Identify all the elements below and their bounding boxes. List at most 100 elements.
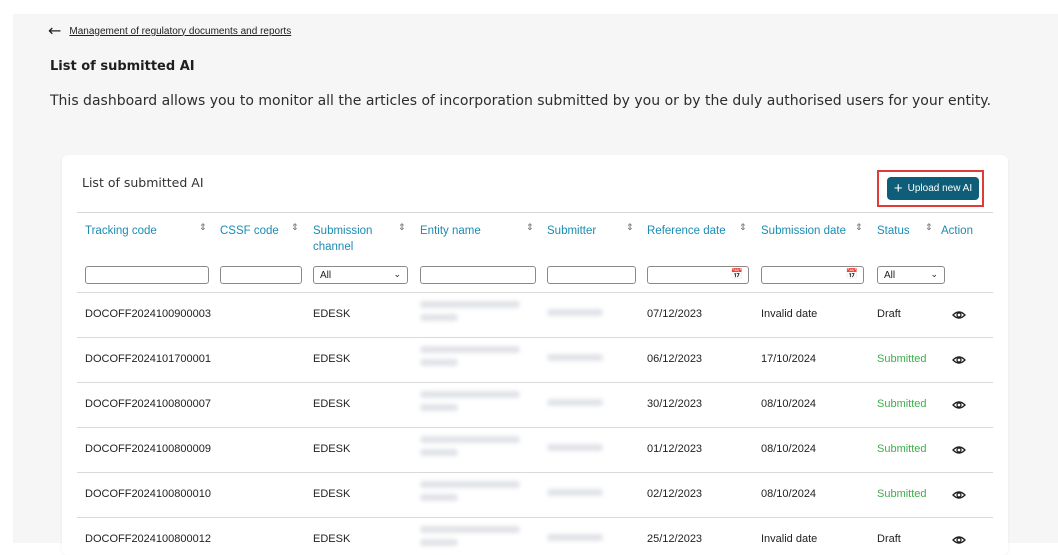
submission-date-cell: Invalid date [761, 308, 818, 320]
redacted-submitter [547, 534, 603, 541]
column-header-tracking-code[interactable]: Tracking code [85, 223, 157, 239]
redacted-entity-name [420, 301, 520, 308]
status-filter-select[interactable]: All ⌄ [877, 266, 945, 284]
upload-button-label: Upload new AI [907, 183, 973, 194]
submission-channel-cell: EDESK [313, 398, 351, 410]
redacted-entity-name [420, 481, 520, 488]
submission-date-cell: 08/10/2024 [761, 488, 817, 500]
column-header-cssf-code[interactable]: CSSF code [220, 223, 279, 239]
tracking-code-cell: DOCOFF2024100800009 [85, 443, 211, 455]
redacted-submitter [547, 309, 603, 316]
reference-date-cell: 07/12/2023 [647, 308, 703, 320]
redacted-entity-name [420, 494, 458, 501]
sort-icon[interactable]: ⇕ [925, 223, 933, 233]
eye-icon[interactable] [952, 490, 966, 500]
eye-icon[interactable] [952, 535, 966, 545]
calendar-icon[interactable]: 📅 [846, 269, 858, 280]
status-cell: Draft [877, 308, 901, 320]
redacted-entity-name [420, 526, 520, 533]
redacted-entity-name [420, 314, 458, 321]
sort-icon[interactable]: ⇕ [398, 223, 406, 233]
submitter-filter-input[interactable] [547, 266, 636, 284]
reference-date-cell: 06/12/2023 [647, 353, 703, 365]
sort-icon[interactable]: ⇕ [855, 223, 863, 233]
tracking-code-cell: DOCOFF2024100900003 [85, 308, 211, 320]
status-cell: Submitted [877, 488, 927, 500]
cssf-code-filter-input[interactable] [220, 266, 302, 284]
page-title: List of submitted AI [50, 59, 195, 74]
reference-date-filter-input[interactable]: 📅 [647, 266, 749, 284]
sort-icon[interactable]: ⇕ [739, 223, 747, 233]
eye-icon[interactable] [952, 355, 966, 365]
submission-channel-cell: EDESK [313, 308, 351, 320]
redacted-entity-name [420, 436, 520, 443]
row-divider [77, 292, 993, 293]
column-header-submitter[interactable]: Submitter [547, 223, 596, 239]
calendar-icon[interactable]: 📅 [731, 269, 743, 280]
submission-date-cell: 17/10/2024 [761, 353, 817, 365]
sort-icon[interactable]: ⇕ [199, 223, 207, 233]
reference-date-cell: 25/12/2023 [647, 533, 703, 545]
upload-button-highlight: + Upload new AI [877, 170, 984, 207]
status-filter-value: All [884, 269, 896, 281]
status-cell: Submitted [877, 443, 927, 455]
upload-new-ai-button[interactable]: + Upload new AI [887, 177, 979, 200]
row-divider [77, 427, 993, 428]
eye-icon[interactable] [952, 310, 966, 320]
column-header-reference-date[interactable]: Reference date [647, 223, 726, 239]
redacted-entity-name [420, 359, 458, 366]
column-header-action: Action [941, 225, 973, 237]
entity-name-filter-input[interactable] [420, 266, 536, 284]
reference-date-cell: 01/12/2023 [647, 443, 703, 455]
eye-icon[interactable] [952, 445, 966, 455]
submission-channel-cell: EDESK [313, 353, 351, 365]
header-top-divider [77, 212, 993, 213]
redacted-submitter [547, 399, 603, 406]
reference-date-cell: 30/12/2023 [647, 398, 703, 410]
sort-icon[interactable]: ⇕ [526, 223, 534, 233]
column-header-submission-date[interactable]: Submission date [761, 223, 846, 239]
card-title: List of submitted AI [82, 175, 204, 190]
eye-icon[interactable] [952, 400, 966, 410]
tracking-code-filter-input[interactable] [85, 266, 209, 284]
submission-channel-cell: EDESK [313, 488, 351, 500]
submission-channel-filter-select[interactable]: All ⌄ [313, 266, 408, 284]
sort-icon[interactable]: ⇕ [626, 223, 634, 233]
sort-icon[interactable]: ⇕ [291, 223, 299, 233]
arrow-left-icon[interactable]: ← [48, 23, 61, 39]
row-divider [77, 382, 993, 383]
tracking-code-cell: DOCOFF2024100800010 [85, 488, 211, 500]
submission-channel-cell: EDESK [313, 443, 351, 455]
channel-filter-value: All [320, 269, 332, 281]
redacted-submitter [547, 354, 603, 361]
redacted-entity-name [420, 404, 458, 411]
row-divider [77, 337, 993, 338]
submission-channel-cell: EDESK [313, 533, 351, 545]
status-cell: Submitted [877, 398, 927, 410]
submission-date-cell: Invalid date [761, 533, 818, 545]
tracking-code-cell: DOCOFF2024100800012 [85, 533, 211, 545]
chevron-down-icon: ⌄ [393, 269, 401, 279]
redacted-entity-name [420, 391, 520, 398]
status-cell: Submitted [877, 353, 927, 365]
column-header-entity-name[interactable]: Entity name [420, 223, 481, 239]
redacted-submitter [547, 444, 603, 451]
row-divider [77, 517, 993, 518]
redacted-entity-name [420, 346, 520, 353]
page-description: This dashboard allows you to monitor all… [50, 93, 992, 109]
back-link[interactable]: Management of regulatory documents and r… [69, 26, 291, 37]
submission-date-cell: 08/10/2024 [761, 443, 817, 455]
redacted-entity-name [420, 449, 458, 456]
chevron-down-icon: ⌄ [930, 269, 938, 279]
breadcrumb: ← Management of regulatory documents and… [48, 23, 291, 39]
plus-icon: + [893, 180, 903, 197]
reference-date-cell: 02/12/2023 [647, 488, 703, 500]
column-header-submission-channel[interactable]: Submission channel [313, 223, 383, 255]
status-cell: Draft [877, 533, 901, 545]
redacted-submitter [547, 489, 603, 496]
tracking-code-cell: DOCOFF2024100800007 [85, 398, 211, 410]
submission-date-filter-input[interactable]: 📅 [761, 266, 864, 284]
submission-date-cell: 08/10/2024 [761, 398, 817, 410]
row-divider [77, 472, 993, 473]
column-header-status[interactable]: Status [877, 223, 910, 239]
